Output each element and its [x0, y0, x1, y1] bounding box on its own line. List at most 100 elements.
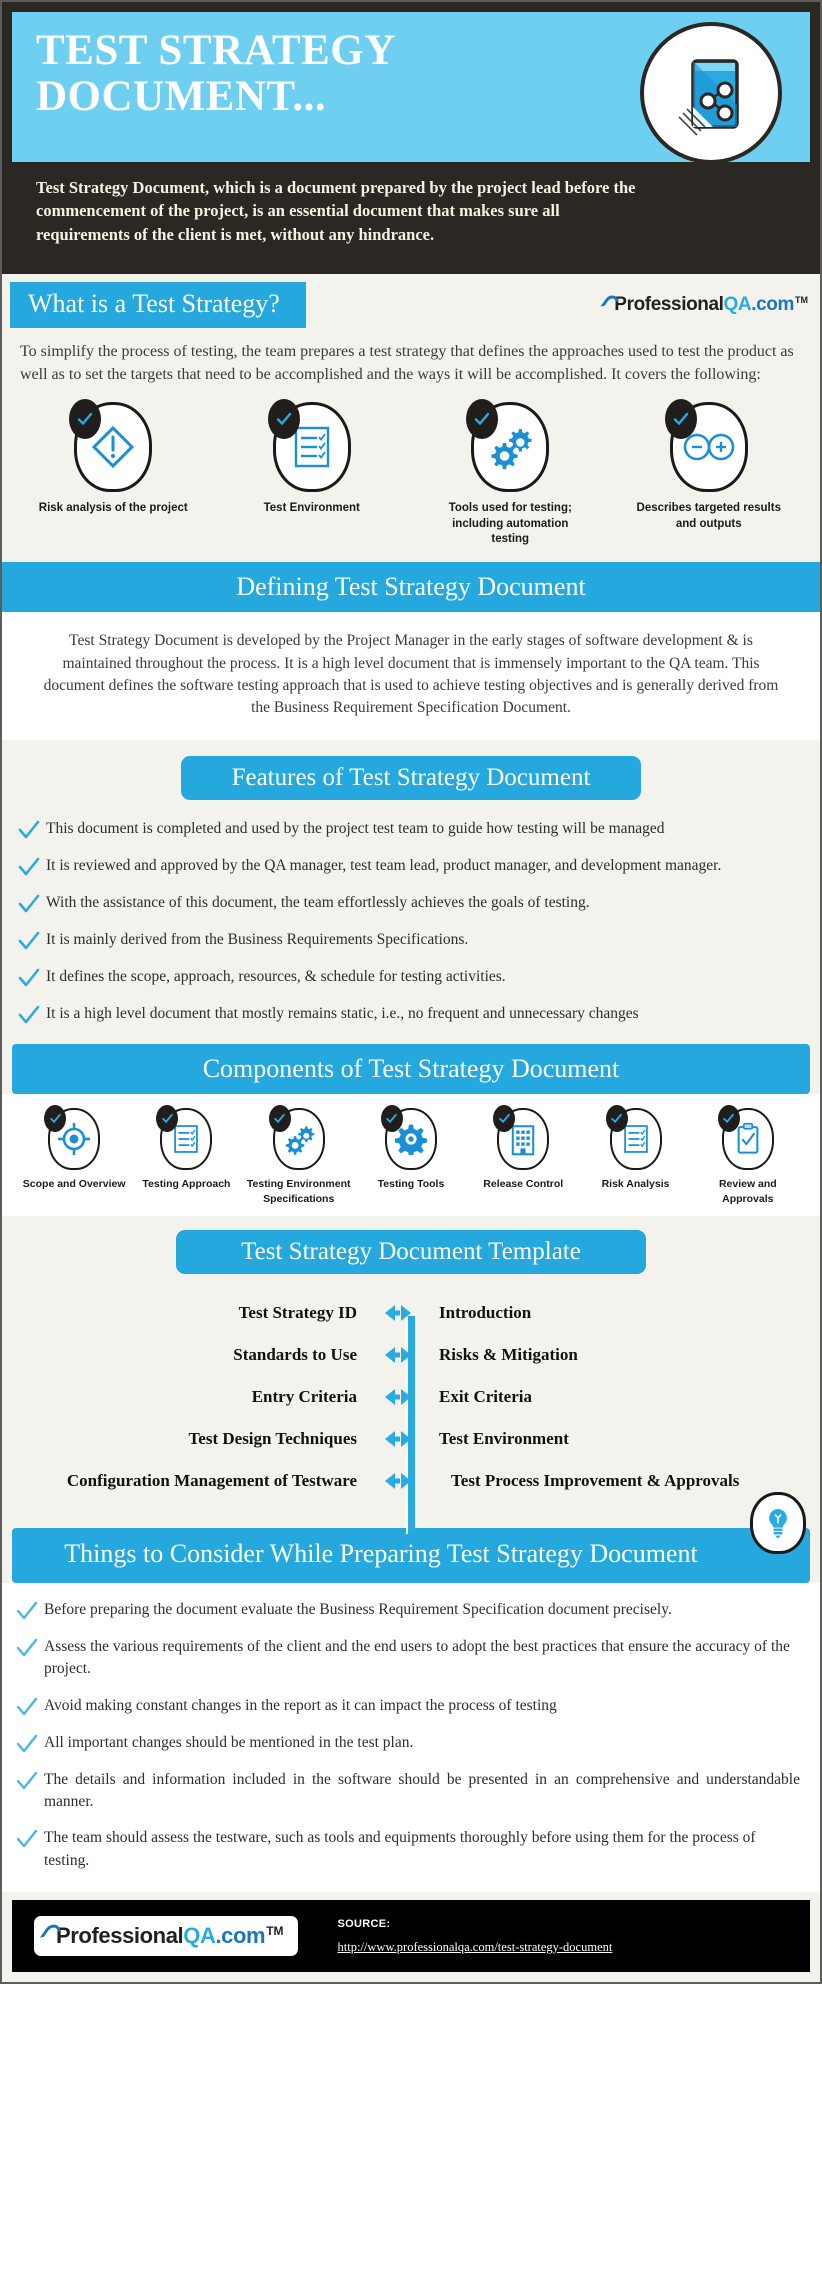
component-label: Risk Analysis: [601, 1178, 670, 1191]
check-icon: [12, 855, 46, 878]
check-badge-icon: [268, 1105, 291, 1133]
template-row-2: Entry Criteria Exit Criteria: [12, 1384, 810, 1410]
icon-blob: [268, 1105, 325, 1171]
check-icon: [12, 818, 46, 841]
components-icon-row: Scope and Overview Testing Approach Test…: [2, 1094, 820, 1216]
infographic-root: TEST STRATEGY DOCUMENT... Test Strategy …: [0, 0, 822, 1985]
list-item-text: All important changes should be mentione…: [44, 1733, 414, 1751]
section-defining: Defining Test Strategy Document Test Str…: [2, 561, 820, 740]
list-item-text: With the assistance of this document, th…: [46, 893, 590, 911]
component-label: Release Control: [483, 1178, 564, 1191]
building-icon: [512, 1125, 535, 1156]
template-right-label: Risks & Mitigation: [439, 1345, 578, 1365]
logo-trademark: TM: [795, 295, 808, 306]
list-item: It is reviewed and approved by the QA ma…: [12, 855, 804, 878]
defining-paragraph: Test Strategy Document is developed by t…: [43, 632, 779, 717]
logo-text-part3: .com: [751, 294, 794, 316]
template-arrows: [367, 1300, 429, 1326]
check-icon: [10, 1827, 44, 1850]
template-row-0: Test Strategy ID Introduction: [12, 1300, 810, 1326]
template-right-label: Test Process Improvement & Approvals: [451, 1471, 740, 1491]
check-icon: [12, 966, 46, 989]
what-item-3: Describes targeted results and outputs: [612, 399, 807, 548]
logo-text-part3: .com: [215, 1923, 266, 1949]
icon-blob: [466, 399, 550, 493]
list-item: With the assistance of this document, th…: [12, 892, 804, 915]
list-item-text: Assess the various requirements of the c…: [44, 1637, 790, 1678]
check-icon: [10, 1636, 44, 1659]
consider-list: Before preparing the document evaluate t…: [2, 1583, 820, 1893]
icon-blob: [69, 399, 153, 493]
components-heading: Components of Test Strategy Document: [12, 1043, 810, 1095]
icon-blob: [267, 399, 351, 493]
list-item-text: The team should assess the testware, suc…: [44, 1829, 756, 1869]
component-label: Scope and Overview: [22, 1178, 126, 1191]
list-item-text: It is reviewed and approved by the QA ma…: [46, 856, 722, 874]
component-item-3: Testing Tools: [355, 1105, 467, 1191]
component-item-0: Scope and Overview: [18, 1105, 130, 1191]
list-item: The team should assess the testware, suc…: [10, 1827, 800, 1872]
source-url-link[interactable]: http://www.professionalqa.com/test-strat…: [338, 1940, 613, 1955]
logo-text-part1: Professional: [614, 294, 724, 316]
component-item-4: Release Control: [467, 1105, 579, 1191]
clipboard-check-icon: [737, 1122, 759, 1154]
check-icon: [10, 1599, 44, 1622]
icon-blob: [44, 1105, 101, 1171]
page-title: TEST STRATEGY DOCUMENT...: [36, 27, 395, 121]
what-item-label: Tools used for testing; including automa…: [448, 502, 572, 546]
list-item-text: Before preparing the document evaluate t…: [44, 1600, 672, 1618]
list-item-text: It defines the scope, approach, resource…: [46, 967, 506, 985]
list-item-text: The details and information included in …: [44, 1770, 800, 1810]
logo-text-part2: QA: [183, 1923, 216, 1949]
what-item-label: Risk analysis of the project: [38, 502, 188, 515]
icon-blob: [493, 1105, 550, 1171]
source-label: SOURCE:: [337, 1917, 391, 1930]
consider-heading: Things to Consider While Preparing Test …: [12, 1528, 810, 1583]
features-list: This document is completed and used by t…: [2, 806, 820, 1044]
template-arrows: [367, 1342, 429, 1368]
header-description: Test Strategy Document, which is a docum…: [36, 178, 636, 244]
logo-text-part2: QA: [723, 294, 752, 316]
list-item-text: It is mainly derived from the Business R…: [46, 930, 469, 948]
check-icon: [10, 1695, 44, 1718]
check-icon: [12, 929, 46, 952]
template-diagram: Test Strategy ID Introduction Standards …: [2, 1278, 820, 1555]
icon-blob: [717, 1105, 774, 1171]
what-item-label: Test Environment: [263, 502, 360, 515]
component-item-5: Risk Analysis: [579, 1105, 691, 1191]
icon-blob: [605, 1105, 662, 1171]
component-label: Testing Approach: [142, 1178, 231, 1191]
template-left-label: Standards to Use: [233, 1345, 357, 1365]
share-document-icon: [640, 22, 782, 164]
section-things-to-consider: Things to Consider While Preparing Test …: [2, 1528, 820, 1893]
what-item-1: Test Environment: [215, 399, 410, 548]
section-components: Components of Test Strategy Document Sco…: [2, 1043, 820, 1217]
defining-body: Test Strategy Document is developed by t…: [2, 612, 820, 740]
section-what-is-test-strategy: What is a Test Strategy? Professional QA…: [2, 274, 820, 562]
component-item-1: Testing Approach: [130, 1105, 242, 1191]
footer: Professional QA .com TM SOURCE: http://w…: [12, 1900, 810, 1973]
check-icon: [12, 892, 46, 915]
list-item: All important changes should be mentione…: [10, 1732, 800, 1755]
template-arrows: [367, 1384, 429, 1410]
header-description-wrap: Test Strategy Document, which is a docum…: [12, 162, 810, 263]
what-paragraph: To simplify the process of testing, the …: [20, 343, 794, 384]
template-arrows: [367, 1468, 429, 1494]
template-row-1: Standards to Use Risks & Mitigation: [12, 1342, 810, 1368]
component-label: Testing Tools: [377, 1178, 445, 1191]
component-label: Testing Environment Specifications: [246, 1178, 351, 1205]
list-item: It defines the scope, approach, resource…: [12, 966, 804, 989]
lightbulb-icon: [750, 1492, 806, 1555]
section-features: Features of Test Strategy Document This …: [2, 739, 820, 1044]
template-left-label: Configuration Management of Testware: [66, 1471, 357, 1491]
logo-trademark: TM: [266, 1924, 284, 1939]
template-right-label: Introduction: [439, 1303, 532, 1323]
infinity-plus-minus-icon: [683, 434, 735, 461]
icon-blob: [156, 1105, 213, 1171]
icon-blob: [664, 399, 748, 493]
template-right-label: Exit Criteria: [439, 1387, 532, 1407]
professionalqa-logo: Professional QA .com TM: [600, 292, 808, 316]
defining-heading: Defining Test Strategy Document: [2, 561, 820, 613]
logo-text-part1: Professional: [56, 1923, 184, 1949]
professionalqa-logo-footer: Professional QA .com TM: [39, 1921, 284, 1949]
